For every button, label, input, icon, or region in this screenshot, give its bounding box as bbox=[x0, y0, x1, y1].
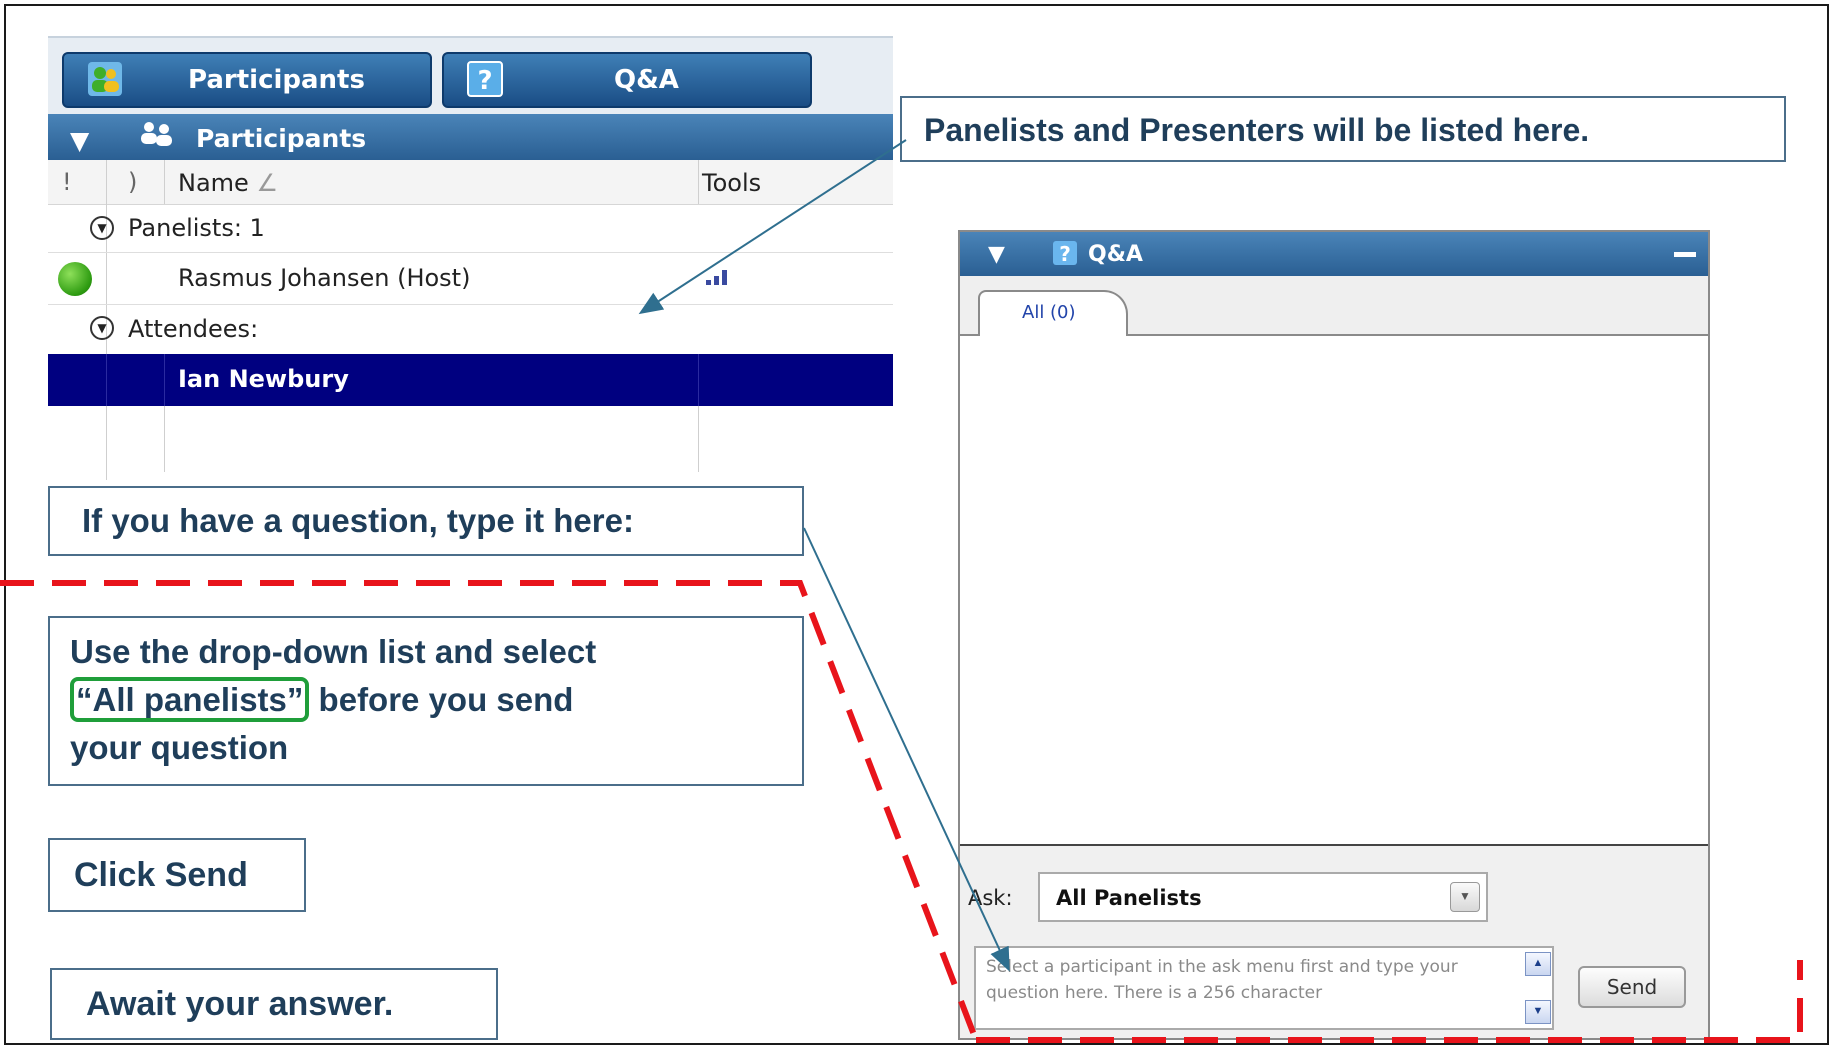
column-divider bbox=[164, 406, 165, 472]
callout-dropdown: Use the drop-down list and select “All p… bbox=[48, 616, 804, 786]
callout-dropdown-line1: Use the drop-down list and select bbox=[70, 633, 597, 670]
top-tab-bar: Participants ? Q&A bbox=[48, 36, 893, 114]
question-placeholder: Select a participant in the ask menu fir… bbox=[986, 957, 1458, 1003]
column-divider bbox=[164, 160, 165, 204]
collapse-triangle-icon[interactable]: ▼ bbox=[70, 126, 89, 155]
column-divider bbox=[698, 354, 699, 406]
tab-qa[interactable]: ? Q&A bbox=[442, 52, 812, 108]
question-input[interactable]: Select a participant in the ask menu fir… bbox=[974, 946, 1554, 1030]
participants-section-header[interactable]: ▼ Participants bbox=[48, 114, 893, 160]
name-column-header[interactable]: Name ∠ bbox=[178, 169, 278, 197]
column-divider bbox=[164, 354, 165, 406]
qa-panel-header[interactable]: ▼ ? Q&A bbox=[960, 232, 1708, 276]
callout-panelists-text: Panelists and Presenters will be listed … bbox=[924, 112, 1590, 148]
qa-panel: ▼ ? Q&A All (0) Ask: All Panelists ▼ Sel… bbox=[958, 230, 1710, 1040]
callout-await: Await your answer. bbox=[50, 968, 498, 1040]
tab-participants[interactable]: Participants bbox=[62, 52, 432, 108]
svg-text:?: ? bbox=[477, 66, 492, 96]
ask-recipient-dropdown[interactable]: All Panelists ▼ bbox=[1038, 872, 1488, 922]
callout-question: If you have a question, type it here: bbox=[48, 486, 804, 556]
callout-dropdown-line2: before you send bbox=[309, 681, 574, 718]
participants-panel: Participants ? Q&A ▼ Participants ! ) Na… bbox=[48, 36, 893, 480]
status-column-header[interactable]: ! bbox=[62, 168, 72, 196]
people-group-icon bbox=[141, 122, 172, 146]
callout-panelists: Panelists and Presenters will be listed … bbox=[900, 96, 1786, 162]
dropdown-arrow-icon[interactable]: ▼ bbox=[1450, 882, 1480, 912]
callout-dropdown-line3: your question bbox=[70, 729, 289, 766]
expand-circle-icon[interactable]: ▼ bbox=[90, 216, 114, 240]
tab-qa-label: Q&A bbox=[614, 65, 679, 95]
tab-all[interactable]: All (0) bbox=[978, 290, 1128, 336]
expand-circle-icon[interactable]: ▼ bbox=[90, 316, 114, 340]
minimize-icon[interactable] bbox=[1674, 252, 1696, 257]
column-divider bbox=[698, 160, 699, 204]
online-status-icon bbox=[58, 262, 92, 296]
column-divider bbox=[698, 406, 699, 472]
question-icon: ? bbox=[1053, 241, 1077, 266]
scroll-up-icon[interactable]: ▲ bbox=[1525, 952, 1551, 976]
qa-tab-bar: All (0) bbox=[960, 276, 1708, 336]
scroll-down-icon[interactable]: ▼ bbox=[1525, 1000, 1551, 1024]
all-panelists-highlight: “All panelists” bbox=[70, 677, 310, 722]
qa-panel-title: Q&A bbox=[1088, 242, 1143, 267]
qa-message-area[interactable] bbox=[960, 336, 1708, 846]
tab-all-label: All (0) bbox=[1022, 302, 1076, 323]
group-label: Panelists: 1 bbox=[128, 214, 265, 242]
question-icon: ? bbox=[467, 61, 503, 97]
callout-send-text: Click Send bbox=[74, 856, 248, 894]
callout-await-text: Await your answer. bbox=[86, 985, 394, 1023]
participant-row[interactable]: Rasmus Johansen (Host) bbox=[48, 252, 893, 305]
group-row-panelists[interactable]: ▼ Panelists: 1 bbox=[48, 204, 893, 253]
group-row-attendees[interactable]: ▼ Attendees: bbox=[48, 304, 893, 355]
send-button[interactable]: Send bbox=[1578, 966, 1686, 1008]
participant-row-selected[interactable]: Ian Newbury bbox=[48, 354, 893, 406]
sort-icon: ∠ bbox=[256, 169, 278, 197]
media-column-header[interactable]: ) bbox=[128, 168, 137, 196]
column-header-row: ! ) Name ∠ Tools bbox=[48, 160, 893, 205]
ask-selected-value: All Panelists bbox=[1056, 886, 1202, 910]
tab-participants-label: Participants bbox=[188, 65, 365, 95]
tools-column-header[interactable]: Tools bbox=[702, 169, 761, 197]
svg-text:?: ? bbox=[1059, 242, 1071, 266]
participants-section-title: Participants bbox=[196, 124, 367, 153]
ask-label: Ask: bbox=[968, 886, 1013, 910]
collapse-triangle-icon[interactable]: ▼ bbox=[988, 242, 1005, 267]
participant-name: Ian Newbury bbox=[178, 365, 349, 393]
callout-send: Click Send bbox=[48, 838, 306, 912]
callout-question-text: If you have a question, type it here: bbox=[82, 502, 634, 539]
participant-name: Rasmus Johansen (Host) bbox=[178, 264, 471, 292]
signal-bars-icon bbox=[706, 270, 727, 285]
column-divider bbox=[106, 354, 107, 406]
participants-icon bbox=[88, 62, 122, 96]
group-label: Attendees: bbox=[128, 315, 259, 343]
